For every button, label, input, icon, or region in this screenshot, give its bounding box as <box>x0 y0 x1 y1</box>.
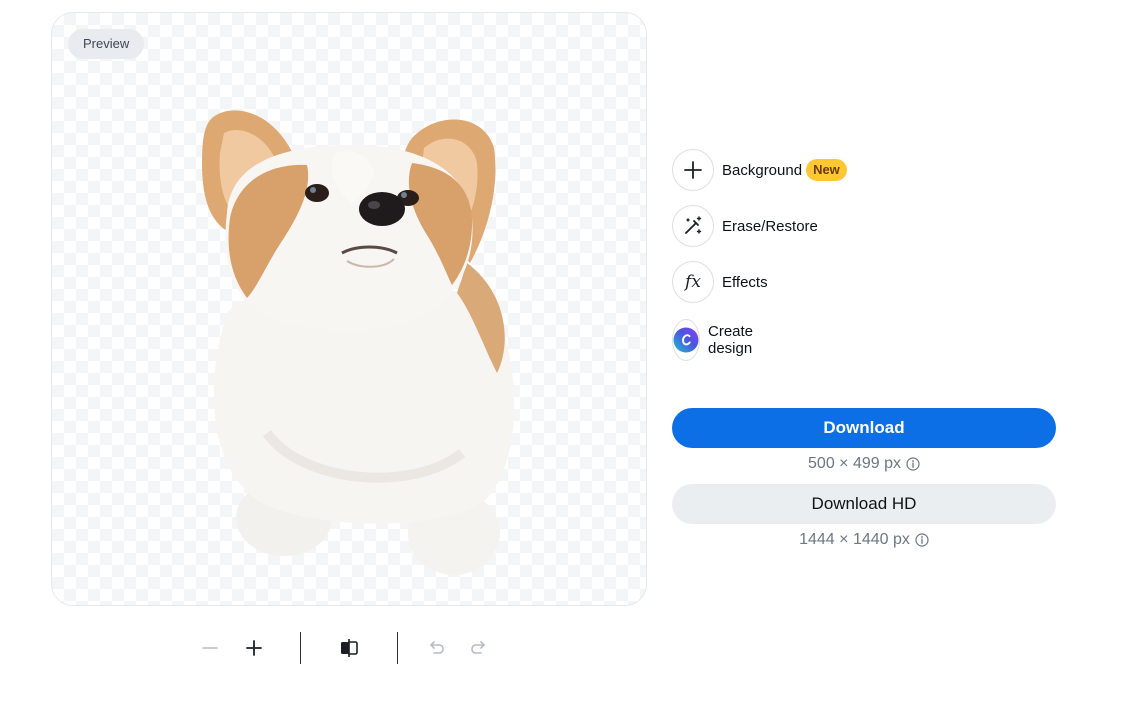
redo-icon <box>471 641 485 654</box>
compare-split-icon <box>341 639 358 657</box>
preview-canvas: Preview <box>51 12 647 606</box>
compare-button[interactable] <box>335 634 363 662</box>
download-hd-size: 1444 × 1440 px <box>799 531 910 548</box>
toolbar-divider <box>397 632 398 664</box>
download-hd-size-line: 1444 × 1440 px <box>672 531 1056 549</box>
magic-wand-icon <box>685 216 702 234</box>
canva-logo-icon <box>673 327 699 353</box>
tool-effects-button[interactable]: fx <box>672 261 714 303</box>
plus-icon <box>246 640 262 656</box>
new-badge: New <box>806 159 847 181</box>
tool-erase-restore-label: Erase/Restore <box>722 217 818 235</box>
redo-button[interactable] <box>465 634 493 662</box>
download-hd-button[interactable]: Download HD <box>672 484 1056 524</box>
undo-icon <box>430 641 444 654</box>
undo-button[interactable] <box>422 634 450 662</box>
tool-erase-restore[interactable]: Erase/Restore <box>672 204 818 248</box>
info-icon[interactable] <box>915 533 929 547</box>
toolbar-divider <box>300 632 301 664</box>
tool-effects-label: Effects <box>722 273 768 291</box>
cutout-dog-image <box>202 110 515 575</box>
tool-create-design-label: Create design <box>708 323 754 357</box>
info-icon[interactable] <box>906 457 920 471</box>
tool-erase-restore-button[interactable] <box>672 205 714 247</box>
tool-create-design-button[interactable] <box>672 319 700 361</box>
tool-background[interactable]: Background New <box>672 148 847 192</box>
tool-background-label: Background <box>722 161 803 179</box>
zoom-out-button[interactable] <box>196 634 224 662</box>
zoom-in-button[interactable] <box>240 634 268 662</box>
fx-icon: fx <box>685 272 701 292</box>
minus-icon <box>202 647 218 649</box>
download-size: 500 × 499 px <box>808 455 901 472</box>
download-size-line: 500 × 499 px <box>672 455 1056 473</box>
tool-effects[interactable]: fx Effects <box>672 260 768 304</box>
tool-create-design[interactable]: Create design <box>672 318 767 362</box>
preview-badge: Preview <box>68 29 145 59</box>
plus-icon <box>684 161 702 179</box>
tool-background-button[interactable] <box>672 149 714 191</box>
download-button[interactable]: Download <box>672 408 1056 448</box>
